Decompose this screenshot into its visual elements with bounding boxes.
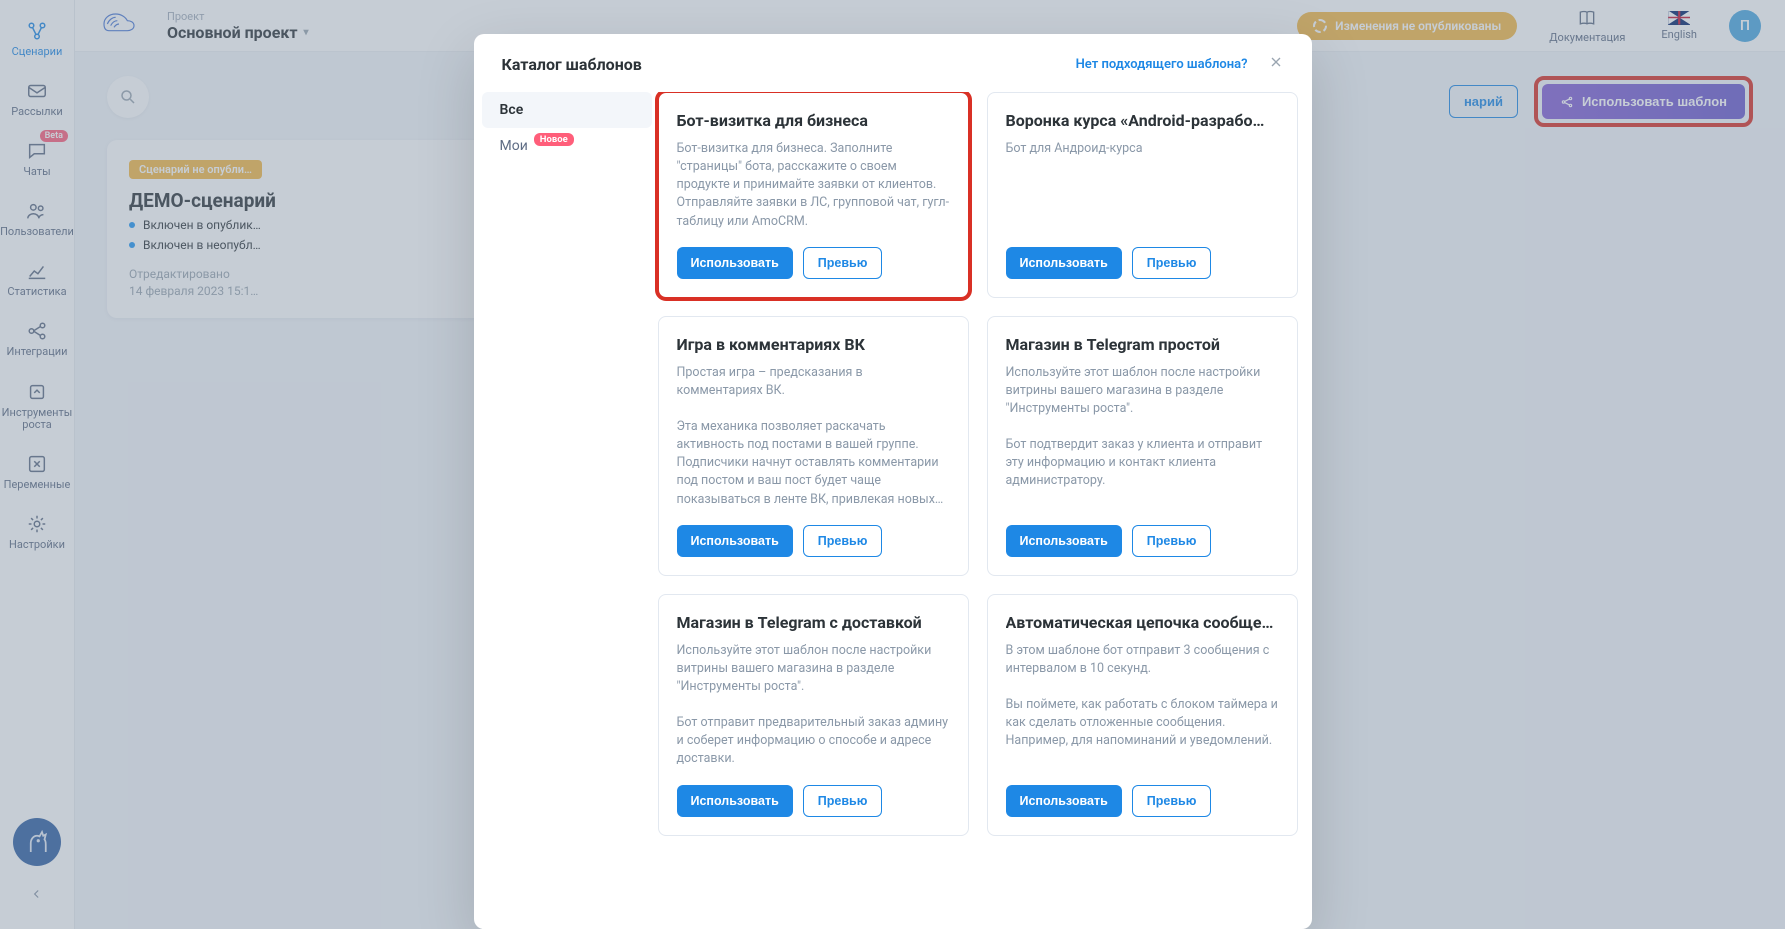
new-badge: Новое bbox=[534, 133, 574, 146]
template-description: Используйте этот шаблон после настройки … bbox=[677, 642, 950, 769]
template-title: Магазин в Telegram с доставкой bbox=[677, 613, 950, 632]
template-title: Магазин в Telegram простой bbox=[1006, 335, 1279, 354]
preview-button[interactable]: Превью bbox=[1132, 247, 1212, 279]
template-description: Бот-визитка для бизнеса. Заполните "стра… bbox=[677, 140, 950, 231]
modal-header: Каталог шаблонов Нет подходящего шаблона… bbox=[474, 34, 1312, 84]
template-cards-container[interactable]: Бот-визитка для бизнеса Бот-визитка для … bbox=[652, 92, 1304, 929]
template-title: Бот-визитка для бизнеса bbox=[677, 111, 950, 130]
preview-button[interactable]: Превью bbox=[1132, 525, 1212, 557]
template-description: Бот для Андроид-курса bbox=[1006, 140, 1279, 231]
template-description: В этом шаблоне бот отправит 3 сообщения … bbox=[1006, 642, 1279, 769]
use-button[interactable]: Использовать bbox=[677, 247, 793, 279]
preview-button[interactable]: Превью bbox=[1132, 785, 1212, 817]
template-card: Воронка курса «Android-разрабо… Бот для … bbox=[987, 92, 1298, 298]
use-button[interactable]: Использовать bbox=[1006, 525, 1122, 557]
template-card: Автоматическая цепочка сообще… В этом ша… bbox=[987, 594, 1298, 836]
use-button[interactable]: Использовать bbox=[677, 785, 793, 817]
use-button[interactable]: Использовать bbox=[1006, 247, 1122, 279]
modal-overlay[interactable]: Каталог шаблонов Нет подходящего шаблона… bbox=[0, 0, 1785, 929]
template-card: Магазин в Telegram простой Используйте э… bbox=[987, 316, 1298, 576]
template-title: Автоматическая цепочка сообще… bbox=[1006, 613, 1279, 632]
no-matching-template-link[interactable]: Нет подходящего шаблона? bbox=[1076, 57, 1248, 72]
template-description: Используйте этот шаблон после настройки … bbox=[1006, 364, 1279, 509]
tab-label: Все bbox=[500, 102, 524, 118]
template-title: Воронка курса «Android-разрабо… bbox=[1006, 111, 1279, 130]
template-title: Игра в комментариях ВК bbox=[677, 335, 950, 354]
use-button[interactable]: Использовать bbox=[1006, 785, 1122, 817]
preview-button[interactable]: Превью bbox=[803, 247, 883, 279]
template-card: Бот-визитка для бизнеса Бот-визитка для … bbox=[658, 92, 969, 298]
modal-tabs: Все Мои Новое bbox=[482, 92, 652, 929]
template-card: Магазин в Telegram с доставкой Используй… bbox=[658, 594, 969, 836]
tab-mine[interactable]: Мои Новое bbox=[482, 128, 652, 164]
close-modal-button[interactable] bbox=[1268, 54, 1284, 74]
modal-title: Каталог шаблонов bbox=[502, 55, 642, 74]
use-button[interactable]: Использовать bbox=[677, 525, 793, 557]
tab-all[interactable]: Все bbox=[482, 92, 652, 128]
template-description: Простая игра – предсказания в комментари… bbox=[677, 364, 950, 509]
preview-button[interactable]: Превью bbox=[803, 525, 883, 557]
preview-button[interactable]: Превью bbox=[803, 785, 883, 817]
close-icon bbox=[1268, 54, 1284, 70]
templates-modal: Каталог шаблонов Нет подходящего шаблона… bbox=[474, 34, 1312, 929]
template-card: Игра в комментариях ВК Простая игра – пр… bbox=[658, 316, 969, 576]
tab-label: Мои bbox=[500, 138, 528, 154]
